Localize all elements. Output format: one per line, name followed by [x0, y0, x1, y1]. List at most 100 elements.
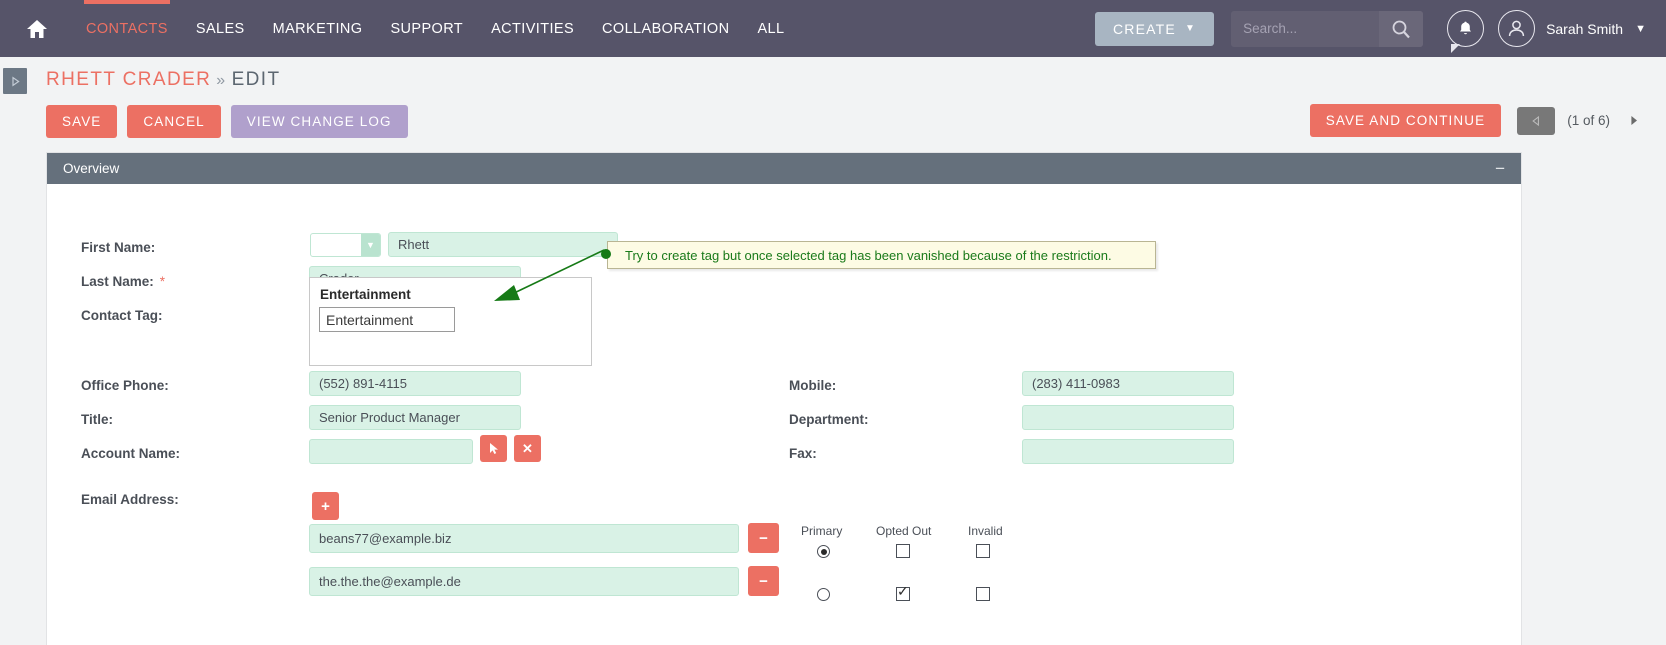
triangle-right-icon — [11, 75, 20, 87]
panel-collapse-toggle[interactable]: − — [1495, 160, 1505, 177]
right-action-row: SAVE AND CONTINUE (1 of 6) — [1309, 104, 1646, 137]
avatar[interactable] — [1498, 10, 1536, 47]
triangle-right-icon — [1631, 116, 1637, 125]
account-name-clear-button[interactable]: ✕ — [514, 435, 541, 462]
top-navigation-bar: CONTACTS SALES MARKETING SUPPORT ACTIVIT… — [0, 0, 1666, 57]
nav-item-label: MARKETING — [272, 20, 363, 37]
last-name-label-text: Last Name: — [81, 274, 154, 289]
email-input-row-1[interactable] — [309, 524, 739, 553]
nav-item-support[interactable]: SUPPORT — [376, 0, 477, 57]
nav-item-label: SALES — [195, 20, 245, 37]
nav-items: CONTACTS SALES MARKETING SUPPORT ACTIVIT… — [72, 0, 798, 57]
first-name-label: First Name: — [81, 240, 156, 255]
app-page: CONTACTS SALES MARKETING SUPPORT ACTIVIT… — [0, 0, 1666, 645]
nav-item-sales[interactable]: SALES — [182, 0, 259, 57]
chevron-down-icon: ▼ — [1184, 23, 1197, 34]
breadcrumb: RHETT CRADER » EDIT — [46, 69, 281, 91]
pager-position-label: (1 of 6) — [1567, 113, 1610, 128]
chevron-down-icon: ▼ — [361, 234, 380, 256]
save-and-continue-button[interactable]: SAVE AND CONTINUE — [1309, 104, 1502, 137]
contact-tag-label: Contact Tag: — [81, 308, 163, 323]
record-pager: (1 of 6) — [1517, 106, 1646, 135]
fax-input[interactable] — [1022, 439, 1234, 464]
cancel-button[interactable]: CANCEL — [127, 105, 221, 138]
email-column-header-invalid: Invalid — [968, 524, 1003, 538]
account-name-input[interactable] — [309, 439, 473, 464]
search-icon — [1392, 20, 1410, 38]
pager-prev-button[interactable] — [1517, 106, 1556, 135]
save-button[interactable]: SAVE — [46, 105, 118, 138]
minus-icon: − — [759, 529, 768, 547]
title-input[interactable] — [309, 405, 521, 430]
annotation-arrow-icon — [494, 249, 605, 301]
title-label: Title: — [81, 412, 114, 427]
nav-item-label: ALL — [757, 20, 785, 37]
add-email-button[interactable]: + — [312, 492, 339, 520]
plus-icon: + — [321, 497, 330, 515]
salutation-select[interactable]: ▼ — [310, 233, 381, 257]
pager-next-button[interactable] — [1622, 114, 1646, 127]
minus-icon: − — [759, 572, 768, 590]
x-icon: ✕ — [522, 441, 533, 456]
bell-icon — [1460, 21, 1472, 35]
bell-callout-tail — [1451, 44, 1461, 53]
action-button-row: SAVE CANCEL VIEW CHANGE LOG — [46, 105, 408, 138]
nav-item-marketing[interactable]: MARKETING — [259, 0, 377, 57]
last-name-label: Last Name: * — [81, 274, 165, 289]
office-phone-input[interactable] — [309, 371, 521, 396]
view-change-log-button[interactable]: VIEW CHANGE LOG — [230, 105, 408, 138]
search-button[interactable] — [1379, 10, 1424, 47]
home-icon[interactable] — [26, 19, 48, 39]
department-input[interactable] — [1022, 405, 1234, 430]
create-button-label: CREATE — [1113, 20, 1176, 37]
contact-tag-input[interactable] — [319, 307, 455, 332]
email-invalid-checkbox-row-2[interactable] — [976, 587, 990, 601]
search-box — [1231, 10, 1424, 47]
remove-email-button-row-2[interactable]: − — [748, 566, 779, 596]
overview-panel: Overview − First Name: ▼ Last Name: * Con… — [46, 152, 1522, 645]
nav-item-label: SUPPORT — [390, 20, 464, 37]
fax-label: Fax: — [789, 446, 817, 461]
breadcrumb-record-name[interactable]: RHETT CRADER — [46, 69, 211, 90]
nav-item-label: ACTIVITIES — [491, 20, 575, 37]
email-opted-out-checkbox-row-1[interactable] — [896, 544, 910, 558]
email-primary-radio-row-1[interactable] — [817, 545, 830, 558]
mobile-input[interactable] — [1022, 371, 1234, 396]
required-marker: * — [159, 274, 166, 289]
nav-item-label: CONTACTS — [86, 20, 168, 37]
user-name-label: Sarah Smith — [1546, 20, 1624, 37]
office-phone-label: Office Phone: — [81, 378, 169, 393]
create-button[interactable]: CREATE ▼ — [1095, 11, 1215, 46]
sidebar-toggle-button[interactable] — [3, 68, 27, 94]
breadcrumb-action: EDIT — [231, 69, 281, 90]
email-opted-out-checkbox-row-2[interactable] — [896, 583, 910, 601]
email-column-header-opted-out: Opted Out — [876, 524, 932, 538]
top-right-cluster: CREATE ▼ Search... Sarah Smith ▼ — [1095, 0, 1666, 57]
nav-item-all[interactable]: ALL — [743, 0, 798, 57]
annotation-callout: Try to create tag but once selected tag … — [607, 241, 1156, 269]
search-input[interactable] — [1241, 20, 1390, 37]
notifications-button[interactable] — [1447, 10, 1485, 53]
email-input-row-2[interactable] — [309, 567, 739, 596]
email-invalid-checkbox-row-1[interactable] — [976, 544, 990, 558]
arrow-cursor-icon — [489, 443, 498, 454]
remove-email-button-row-1[interactable]: − — [748, 523, 779, 553]
email-address-label: Email Address: — [81, 492, 179, 507]
user-menu-chevron-down-icon[interactable]: ▼ — [1635, 23, 1646, 35]
nav-item-activities[interactable]: ACTIVITIES — [477, 0, 588, 57]
department-label: Department: — [789, 412, 869, 427]
breadcrumb-separator: » — [216, 72, 227, 89]
nav-item-contacts[interactable]: CONTACTS — [72, 0, 182, 57]
nav-item-collaboration[interactable]: COLLABORATION — [588, 0, 743, 57]
account-name-select-button[interactable] — [480, 435, 507, 462]
annotation-text: Try to create tag but once selected tag … — [625, 247, 1112, 263]
triangle-left-icon — [1532, 115, 1540, 126]
email-primary-radio-row-2[interactable] — [817, 588, 830, 601]
mobile-label: Mobile: — [789, 378, 837, 393]
panel-title: Overview — [63, 161, 120, 176]
overview-panel-header: Overview − — [47, 153, 1521, 184]
nav-item-label: COLLABORATION — [602, 20, 730, 37]
user-icon — [1508, 20, 1525, 37]
contact-tag-group-title: Entertainment — [320, 287, 411, 302]
email-column-header-primary: Primary — [801, 524, 843, 538]
